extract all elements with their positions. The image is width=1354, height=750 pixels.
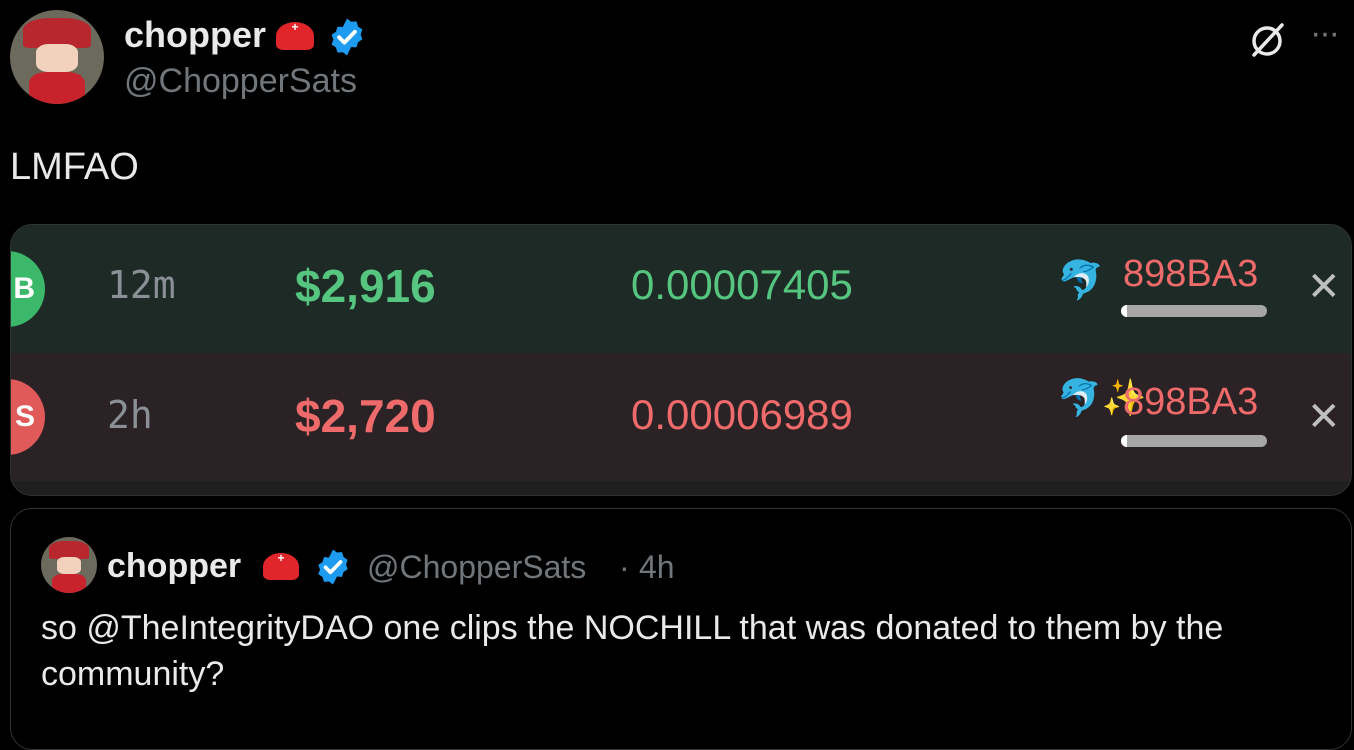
author-name[interactable]: chopper — [124, 14, 266, 56]
trade-badge: B — [11, 251, 45, 327]
close-icon[interactable]: ✕ — [1307, 267, 1341, 307]
trade-row-sell: S 2h $2,720 0.00006989 🐬✨ 898BA3 ✕ — [11, 353, 1351, 481]
holding-bar-fill — [1121, 305, 1127, 317]
quoted-text-line-1: so @TheIntegrityDAO one clips the NOCHIL… — [41, 609, 1224, 647]
more-options-icon[interactable]: ··· — [1310, 14, 1340, 53]
trade-price: 0.00007405 — [631, 261, 853, 308]
trade-amount: $2,916 — [295, 260, 436, 312]
author-handle[interactable]: @ChopperSats — [124, 62, 357, 101]
trade-row-buy: B 12m $2,916 0.00007405 🐬 898BA3 ✕ — [11, 225, 1351, 353]
holding-bar — [1121, 305, 1267, 317]
trade-age: 12m — [107, 263, 176, 307]
helmet-emoji-icon — [263, 551, 299, 580]
quoted-tweet[interactable]: chopper @ChopperSats · 4h so @TheIntegri… — [10, 508, 1352, 750]
grok-icon[interactable] — [1248, 20, 1288, 60]
avatar-shirt — [28, 72, 86, 104]
avatar-shirt — [52, 573, 86, 593]
quoted-author-name: chopper — [107, 547, 242, 585]
trade-badge: S — [11, 379, 45, 455]
trades-screenshot[interactable]: B 12m $2,916 0.00007405 🐬 898BA3 ✕ S 2h … — [10, 224, 1352, 496]
trade-amount: $2,720 — [295, 390, 436, 442]
holding-bar-fill — [1121, 435, 1127, 447]
quoted-author-handle: @ChopperSats — [367, 549, 587, 585]
trader-address[interactable]: 898BA3 — [1123, 253, 1258, 296]
helmet-emoji-icon — [276, 20, 314, 50]
author-avatar[interactable] — [10, 10, 104, 104]
trader-address[interactable]: 898BA3 — [1123, 381, 1258, 424]
trade-price: 0.00006989 — [631, 391, 853, 438]
dolphin-icon: 🐬 — [1057, 260, 1105, 302]
tweet-text: LMFAO — [10, 146, 139, 188]
holding-bar — [1121, 435, 1267, 447]
quoted-author-avatar — [41, 537, 97, 593]
quoted-text-line-2: community? — [41, 655, 225, 693]
quoted-time: 4h — [639, 549, 675, 585]
trade-age: 2h — [107, 393, 153, 437]
verified-badge-icon — [331, 18, 363, 56]
avatar-face — [36, 43, 78, 73]
close-icon[interactable]: ✕ — [1307, 397, 1341, 437]
card-bottom-strip — [11, 481, 1351, 495]
verified-badge-icon — [318, 549, 348, 585]
quoted-separator: · — [619, 549, 630, 585]
avatar-face — [56, 557, 82, 574]
